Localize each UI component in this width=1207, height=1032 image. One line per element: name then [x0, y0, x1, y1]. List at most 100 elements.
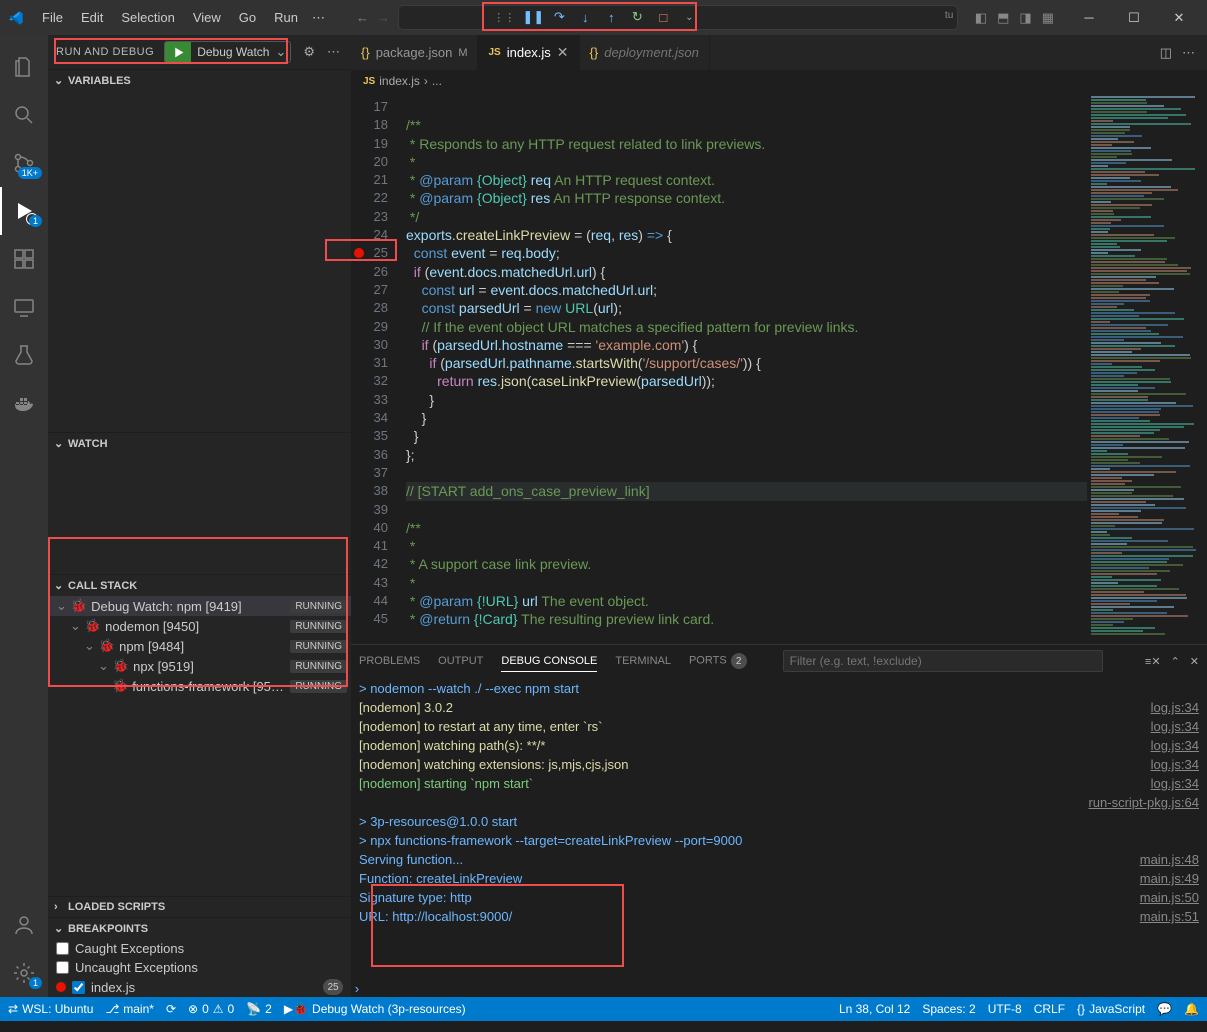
chevron-up-icon[interactable]: ⌃ — [1171, 655, 1180, 668]
cursor-position[interactable]: Ln 38, Col 12 — [839, 1002, 910, 1016]
debug-dropdown-icon[interactable]: ⌄ — [681, 9, 697, 25]
bp-caught[interactable]: Caught Exceptions — [48, 939, 351, 958]
account-icon[interactable] — [0, 901, 48, 949]
menu-go[interactable]: Go — [231, 6, 264, 29]
chevron-down-icon[interactable]: ⌄ — [275, 44, 290, 60]
bell-icon[interactable]: 🔔 — [1184, 1002, 1199, 1016]
menu-file[interactable]: File — [34, 6, 71, 29]
breakpoints-section[interactable]: ⌄BREAKPOINTS — [48, 918, 351, 939]
minimize-button[interactable]: ─ — [1069, 3, 1109, 33]
source-link[interactable]: run-script-pkg.js:64 — [1088, 793, 1199, 812]
status-bar: ⇄WSL: Ubuntu ⎇main* ⟳ ⊗0⚠0 📡2 ▶🐞Debug Wa… — [0, 997, 1207, 1021]
command-center[interactable]: ⋮⋮ ❚❚ ↷ ↓ ↑ ↻ □ ⌄ tu — [398, 5, 958, 30]
step-over-icon[interactable]: ↷ — [551, 9, 567, 25]
source-link[interactable]: log.js:34 — [1151, 698, 1199, 717]
menu-view[interactable]: View — [185, 6, 229, 29]
bp-file[interactable]: index.js25 — [48, 977, 351, 997]
layout-sidebar-left-icon[interactable]: ◧ — [975, 10, 987, 26]
panel-tab-ports[interactable]: PORTS2 — [689, 649, 747, 673]
eol-indicator[interactable]: CRLF — [1034, 1002, 1065, 1016]
callstack-row[interactable]: 🐞functions-framework [954...RUNNING — [48, 676, 351, 696]
tab-overflow-icon[interactable]: ⋯ — [1182, 45, 1195, 61]
console-row: Serving function...main.js:48 — [359, 850, 1199, 869]
source-link[interactable]: log.js:34 — [1151, 774, 1199, 793]
remote-indicator[interactable]: ⇄WSL: Ubuntu — [8, 1002, 93, 1016]
source-link[interactable]: main.js:49 — [1140, 869, 1199, 888]
launch-indicator[interactable]: ▶🐞Debug Watch (3p-resources) — [284, 1002, 466, 1016]
callstack-row[interactable]: ⌄🐞nodemon [9450]RUNNING — [48, 616, 351, 636]
callstack-row[interactable]: ⌄🐞npm [9484]RUNNING — [48, 636, 351, 656]
close-button[interactable]: ✕ — [1159, 3, 1199, 33]
maximize-button[interactable]: ☐ — [1114, 3, 1154, 33]
variables-section[interactable]: ⌄VARIABLES — [48, 70, 351, 91]
problems-indicator[interactable]: ⊗0⚠0 — [188, 1002, 234, 1016]
search-icon[interactable] — [0, 91, 48, 139]
menu-edit[interactable]: Edit — [73, 6, 111, 29]
loaded-scripts-section[interactable]: ›LOADED SCRIPTS — [48, 897, 351, 917]
source-link[interactable]: log.js:34 — [1151, 736, 1199, 755]
debug-config-dropdown[interactable]: Debug Watch ⌄ — [164, 41, 291, 63]
language-indicator[interactable]: {}JavaScript — [1077, 1002, 1145, 1016]
console-prompt[interactable]: › — [351, 982, 1207, 997]
source-link[interactable]: main.js:50 — [1140, 888, 1199, 907]
source-link[interactable]: log.js:34 — [1151, 717, 1199, 736]
panel-tab-output[interactable]: OUTPUT — [438, 651, 483, 671]
pause-icon[interactable]: ❚❚ — [525, 9, 541, 25]
panel-tab-problems[interactable]: PROBLEMS — [359, 651, 420, 671]
close-tab-icon[interactable]: ✕ — [557, 44, 569, 61]
source-link[interactable]: log.js:34 — [1151, 755, 1199, 774]
breadcrumb[interactable]: JS index.js › ... — [351, 70, 1207, 92]
layout-panel-icon[interactable]: ⬒ — [997, 10, 1009, 26]
layout-customize-icon[interactable]: ▦ — [1042, 10, 1054, 26]
split-editor-icon[interactable]: ◫ — [1160, 45, 1172, 61]
menu-overflow[interactable]: ⋯ — [306, 6, 331, 30]
menu-run[interactable]: Run — [266, 6, 306, 29]
testing-icon[interactable] — [0, 331, 48, 379]
debug-console[interactable]: > nodemon --watch ./ --exec npm start[no… — [351, 677, 1207, 982]
minimap[interactable] — [1087, 92, 1207, 644]
sync-indicator[interactable]: ⟳ — [166, 1002, 176, 1016]
ports-indicator[interactable]: 📡2 — [246, 1002, 272, 1016]
gear-icon[interactable]: ⚙ — [303, 44, 315, 60]
tab-index.js[interactable]: JSindex.js✕ — [478, 35, 579, 70]
extensions-icon[interactable] — [0, 235, 48, 283]
callstack-section[interactable]: ⌄CALL STACK — [48, 575, 351, 596]
docker-icon[interactable] — [0, 379, 48, 427]
debug-icon[interactable]: 1 — [0, 187, 48, 235]
encoding-indicator[interactable]: UTF-8 — [988, 1002, 1022, 1016]
panel-tab-debug-console[interactable]: DEBUG CONSOLE — [501, 651, 597, 672]
panel-tab-terminal[interactable]: TERMINAL — [615, 651, 671, 671]
tab-deployment.json[interactable]: {}deployment.json — [580, 35, 710, 70]
branch-indicator[interactable]: ⎇main* — [105, 1002, 154, 1016]
run-debug-title: RUN AND DEBUG — [56, 46, 154, 58]
source-link[interactable]: main.js:51 — [1140, 907, 1199, 926]
menu-selection[interactable]: Selection — [113, 6, 182, 29]
start-debug-button[interactable] — [165, 42, 191, 62]
close-panel-icon[interactable]: ✕ — [1190, 655, 1199, 668]
console-row: Signature type: httpmain.js:50 — [359, 888, 1199, 907]
bp-uncaught[interactable]: Uncaught Exceptions — [48, 958, 351, 977]
remote-icon[interactable] — [0, 283, 48, 331]
step-into-icon[interactable]: ↓ — [577, 9, 593, 25]
drag-handle-icon[interactable]: ⋮⋮ — [493, 11, 515, 24]
tab-package.json[interactable]: {}package.jsonM — [351, 35, 478, 70]
callstack-row[interactable]: ⌄🐞npx [9519]RUNNING — [48, 656, 351, 676]
overflow-icon[interactable]: ⋯ — [327, 44, 340, 60]
nav-fwd-icon[interactable]: → — [377, 10, 390, 25]
nav-back-icon[interactable]: ← — [356, 10, 369, 25]
stop-icon[interactable]: □ — [655, 9, 671, 25]
code-editor[interactable]: 1718192021222324252627282930313233343536… — [351, 92, 1207, 644]
callstack-row[interactable]: ⌄🐞Debug Watch: npm [9419]RUNNING — [48, 596, 351, 616]
source-link[interactable]: main.js:48 — [1140, 850, 1199, 869]
feedback-icon[interactable]: 💬 — [1157, 1002, 1172, 1016]
console-filter-input[interactable] — [783, 650, 1103, 672]
watch-section[interactable]: ⌄WATCH — [48, 433, 351, 454]
spaces-indicator[interactable]: Spaces: 2 — [922, 1002, 975, 1016]
explorer-icon[interactable] — [0, 43, 48, 91]
step-out-icon[interactable]: ↑ — [603, 9, 619, 25]
restart-icon[interactable]: ↻ — [629, 9, 645, 25]
scm-icon[interactable]: 1K+ — [0, 139, 48, 187]
clear-console-icon[interactable]: ≡✕ — [1145, 655, 1161, 668]
settings-icon[interactable]: 1 — [0, 949, 48, 997]
layout-sidebar-right-icon[interactable]: ◨ — [1019, 10, 1031, 26]
